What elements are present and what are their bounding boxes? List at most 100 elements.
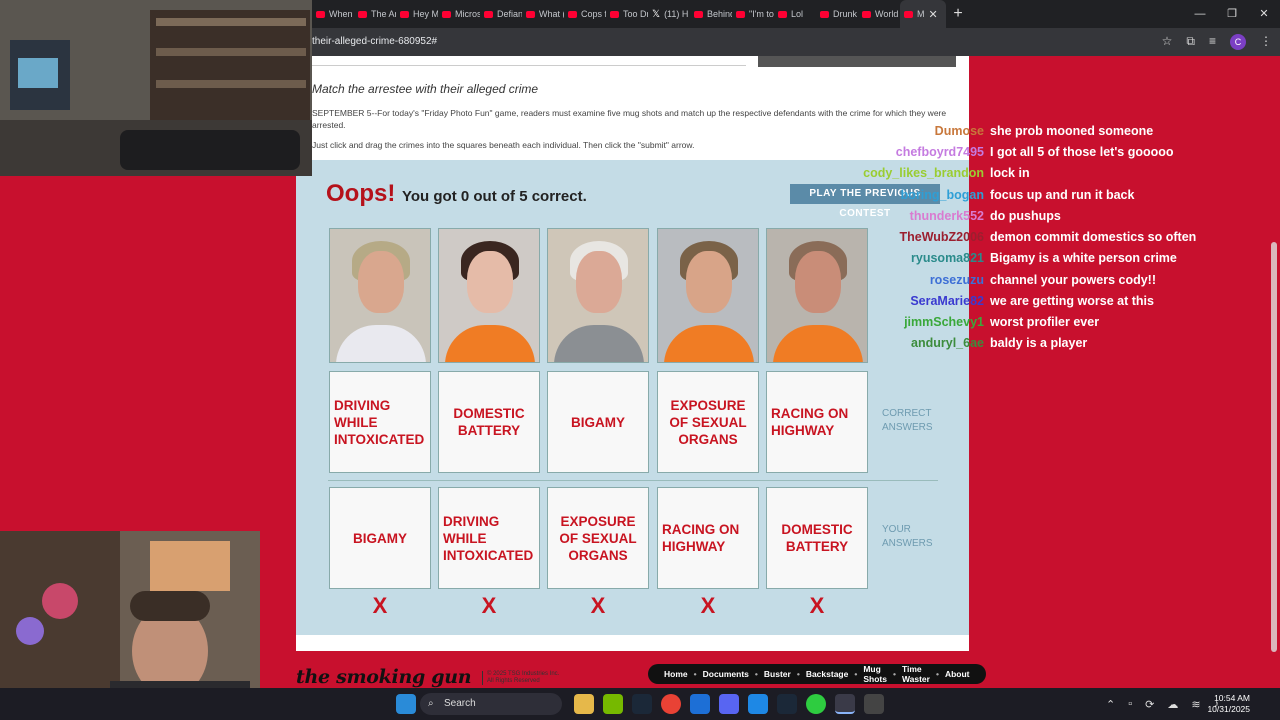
browser-tab[interactable]: Cops f <box>564 0 606 28</box>
your-answer-3[interactable]: EXPOSURE OF SEXUAL ORGANS <box>547 487 649 589</box>
close-icon[interactable]: ✕ <box>1248 0 1280 28</box>
browser-tab[interactable]: Too Dr <box>606 0 648 28</box>
tray-app-icon[interactable]: ▫ <box>1128 698 1132 711</box>
bookmark-star-icon[interactable]: ☆ <box>1162 34 1173 50</box>
chat-username[interactable]: thunderk552 <box>910 209 984 223</box>
footer-link-documents[interactable]: Documents <box>697 669 755 679</box>
article-instructions: Just click and drag the crimes into the … <box>312 140 695 150</box>
chat-username[interactable]: chefboyrd7495 <box>896 145 984 159</box>
copyright: © 2025 TSG Industries Inc. All Rights Re… <box>482 671 559 685</box>
chat-username[interactable]: jimmSchevy1 <box>904 315 984 329</box>
tab-close-icon[interactable]: ✕ <box>929 8 938 21</box>
chat-username[interactable]: boring_bogan <box>901 188 984 202</box>
wifi-icon[interactable]: ≋ <box>1191 698 1200 711</box>
app-icon[interactable] <box>806 694 826 714</box>
system-tray: ⌃ ▫ ⟳ ☁ ≋ ♪ <box>1106 698 1219 711</box>
chat-message: TheWubZ2006 demon commit domestics so oft… <box>860 230 1280 250</box>
clock-time: 10:54 AM <box>1214 693 1250 703</box>
footer-link-backstage[interactable]: Backstage <box>800 669 855 679</box>
taskbar-clock[interactable]: 10:54 AM 10/31/2025 <box>1207 693 1250 715</box>
search-icon: ⌕ <box>428 698 434 709</box>
youtube-icon <box>316 10 325 18</box>
profile-avatar[interactable]: C <box>1230 34 1246 50</box>
your-answer-5[interactable]: DOMESTIC BATTERY <box>766 487 868 589</box>
taskbar-search-label: Search <box>444 698 476 709</box>
edge-icon[interactable] <box>748 694 768 714</box>
footer-link-buster[interactable]: Buster <box>758 669 797 679</box>
mugshot-2 <box>438 228 540 363</box>
chrome-active-icon[interactable] <box>835 694 855 714</box>
chat-username[interactable]: SeraMarie82 <box>910 294 984 308</box>
reading-list-icon[interactable]: ≡ <box>1209 34 1216 50</box>
chat-message: chefboyrd7495 I got all 5 of those let's … <box>860 145 1280 165</box>
app-icon[interactable] <box>690 694 710 714</box>
chat-text: lock in <box>990 166 1030 180</box>
browser-tab[interactable]: Micros <box>438 0 480 28</box>
browser-tab[interactable]: Behind <box>690 0 732 28</box>
chrome-icon[interactable] <box>661 694 681 714</box>
chevron-up-icon[interactable]: ⌃ <box>1106 698 1115 711</box>
site-logo[interactable]: the smoking gun <box>296 666 472 688</box>
discord-icon[interactable] <box>719 694 739 714</box>
browser-tab[interactable]: World <box>858 0 900 28</box>
browser-tab[interactable]: The Ar <box>354 0 396 28</box>
windows-taskbar: ⌕ Search ⌃ ▫ ⟳ ☁ ≋ ♪ 10:54 AM 10/31/2025 <box>0 688 1280 720</box>
footer-link-mugshots[interactable]: Mug Shots <box>857 664 893 684</box>
youtube-icon <box>820 10 829 18</box>
steam-icon[interactable] <box>632 694 652 714</box>
mugshot-4 <box>657 228 759 363</box>
chat-username[interactable]: rosezuzu <box>930 273 984 287</box>
footer-link-home[interactable]: Home <box>658 669 694 679</box>
chat-message: jimmSchevy1 worst profiler ever <box>860 315 1280 335</box>
chat-username[interactable]: TheWubZ2006 <box>899 230 984 244</box>
footer-link-about[interactable]: About <box>939 669 976 679</box>
cloud-icon[interactable]: ☁ <box>1167 698 1178 711</box>
browser-tab[interactable]: Drunk <box>816 0 858 28</box>
taskbar-apps <box>396 694 416 714</box>
file-explorer-icon[interactable] <box>574 694 594 714</box>
chat-username[interactable]: Dumose <box>935 124 984 138</box>
url-text[interactable]: their-alleged-crime-680952# <box>312 36 437 47</box>
app-icon[interactable] <box>864 694 884 714</box>
browser-tab[interactable]: M ✕ <box>900 0 946 28</box>
browser-tab[interactable]: What ( <box>522 0 564 28</box>
browser-tab[interactable]: When <box>312 0 354 28</box>
taskbar-pinned <box>574 694 884 714</box>
browser-tab[interactable]: Hey M <box>396 0 438 28</box>
clock-date: 10/31/2025 <box>1207 704 1250 714</box>
browser-tab[interactable]: "I'm to <box>732 0 774 28</box>
tray-app-icon[interactable]: ⟳ <box>1145 698 1154 711</box>
chat-text: we are getting worse at this <box>990 294 1154 308</box>
tab-label: Defian <box>497 9 522 19</box>
your-answer-2[interactable]: DRIVING WHILE INTOXICATED <box>438 487 540 589</box>
chat-message: cody_likes_brandon lock in <box>860 166 1280 186</box>
chat-text: do pushups <box>990 209 1061 223</box>
new-tab-button[interactable]: + <box>946 5 970 23</box>
menu-kebab-icon[interactable]: ⋮ <box>1260 34 1272 50</box>
youtube-icon <box>526 10 535 18</box>
correct-answer-4: EXPOSURE OF SEXUAL ORGANS <box>657 371 759 473</box>
browser-tab[interactable]: 𝕏 (11) H <box>648 0 690 28</box>
correct-answer-3: BIGAMY <box>547 371 649 473</box>
result-heading: Oops! <box>326 180 396 207</box>
minimize-icon[interactable]: — <box>1184 0 1216 28</box>
nvidia-icon[interactable] <box>603 694 623 714</box>
browser-tab[interactable]: Lol <box>774 0 816 28</box>
windows-start-icon[interactable] <box>396 694 416 714</box>
your-answer-1[interactable]: BIGAMY <box>329 487 431 589</box>
maximize-icon[interactable]: ❐ <box>1216 0 1248 28</box>
chat-username[interactable]: anduryl_6ae <box>911 336 984 350</box>
article-headline: Match the arrestee with their alleged cr… <box>312 82 539 96</box>
chat-message: rosezuzu channel your powers cody!! <box>860 273 1280 293</box>
chat-username[interactable]: ryusoma821 <box>911 251 984 265</box>
taskbar-search[interactable]: ⌕ Search <box>420 693 562 715</box>
browser-tab[interactable]: Defian <box>480 0 522 28</box>
tab-strip: When The Ar Hey M Micros Defian What (Cops f T… <box>312 0 970 28</box>
chat-message: thunderk552 do pushups <box>860 209 1280 229</box>
install-app-icon[interactable]: ⧉ <box>1186 34 1195 50</box>
steam-icon[interactable] <box>777 694 797 714</box>
footer-link-timewaster[interactable]: Time Waster <box>896 664 936 684</box>
chat-username[interactable]: cody_likes_brandon <box>863 166 984 180</box>
chat-text: I got all 5 of those let's gooooo <box>990 145 1174 159</box>
your-answer-4[interactable]: RACING ON HIGHWAY <box>657 487 759 589</box>
